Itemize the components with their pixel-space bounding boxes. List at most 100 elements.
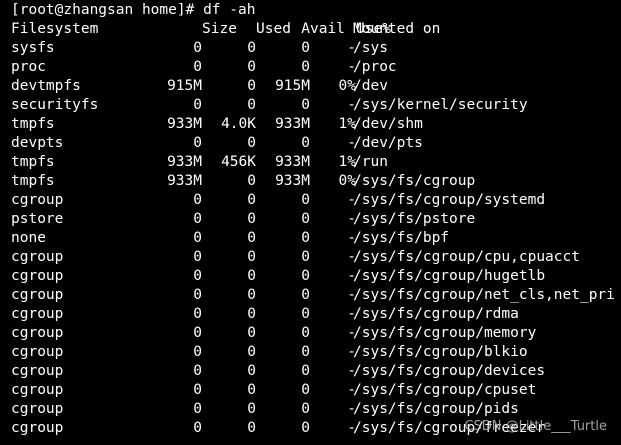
cell-used: 0 <box>247 59 256 75</box>
cell-mount-point: /sys/fs/cgroup/memory <box>353 325 537 341</box>
cell-size: 0 <box>193 268 202 284</box>
cell-avail: 0 <box>301 344 310 360</box>
cell-used: 0 <box>247 268 256 284</box>
cell-avail: 0 <box>301 306 310 322</box>
cell-used: 0 <box>247 325 256 341</box>
cell-avail: 933M <box>275 116 310 132</box>
terminal-window[interactable]: [root@zhangsan home]# df -ah Filesystem … <box>0 0 621 445</box>
cell-mount-point: /sys/fs/bpf <box>353 230 450 246</box>
cell-mount-point: /dev <box>353 78 388 94</box>
cell-used: 0 <box>247 173 256 189</box>
command-text: df -ah <box>203 2 256 18</box>
cell-size: 0 <box>193 287 202 303</box>
cell-size: 0 <box>193 230 202 246</box>
cell-mount-point: /sys/fs/cgroup/rdma <box>353 306 519 322</box>
cell-size: 0 <box>193 97 202 113</box>
cell-mount-point: /proc <box>353 59 397 75</box>
cell-mount-point: /sys/fs/cgroup/cpuset <box>353 382 537 398</box>
cell-size: 0 <box>193 249 202 265</box>
cell-used: 0 <box>247 230 256 246</box>
cell-used: 0 <box>247 363 256 379</box>
cell-filesystem: cgroup <box>11 306 64 322</box>
df-header-row: Filesystem Size Used Avail Use% Mounted … <box>11 20 440 39</box>
cell-mount-point: /sys/kernel/security <box>353 97 528 113</box>
cell-avail: 0 <box>301 211 310 227</box>
cell-size: 0 <box>193 344 202 360</box>
cell-filesystem: cgroup <box>11 192 64 208</box>
shell-prompt: [root@zhangsan home]# <box>11 2 204 18</box>
cell-size: 0 <box>193 192 202 208</box>
cell-filesystem: devpts <box>11 135 64 151</box>
header-used: Used <box>256 21 291 37</box>
header-mounted-on: Mounted on <box>353 21 441 37</box>
cell-size: 0 <box>193 420 202 436</box>
cell-filesystem: cgroup <box>11 325 64 341</box>
cell-avail: 0 <box>301 401 310 417</box>
cell-mount-point: /sys/fs/pstore <box>353 211 476 227</box>
cell-filesystem: sysfs <box>11 40 55 56</box>
cell-mount-point: /sys/fs/cgroup/net_cls,net_pri <box>353 287 615 303</box>
cell-filesystem: none <box>11 230 46 246</box>
cell-avail: 0 <box>301 97 310 113</box>
cell-size: 0 <box>193 135 202 151</box>
cell-mount-point: /sys/fs/cgroup <box>353 173 476 189</box>
header-size: Size <box>202 21 237 37</box>
cell-avail: 933M <box>275 154 310 170</box>
cell-mount-point: /sys <box>353 40 388 56</box>
cell-filesystem: cgroup <box>11 420 64 436</box>
cell-avail: 0 <box>301 363 310 379</box>
cell-filesystem: tmpfs <box>11 173 55 189</box>
cell-filesystem: tmpfs <box>11 116 55 132</box>
cell-used: 0 <box>247 401 256 417</box>
cell-used: 0 <box>247 287 256 303</box>
cell-filesystem: pstore <box>11 211 64 227</box>
cell-size: 933M <box>167 154 202 170</box>
cell-size: 0 <box>193 363 202 379</box>
cell-size: 0 <box>193 325 202 341</box>
cell-used: 0 <box>247 420 256 436</box>
cell-avail: 0 <box>301 230 310 246</box>
cell-filesystem: cgroup <box>11 363 64 379</box>
cell-used: 4.0K <box>221 116 256 132</box>
cell-mount-point: /sys/fs/cgroup/systemd <box>353 192 546 208</box>
cell-filesystem: cgroup <box>11 249 64 265</box>
header-avail: Avail <box>301 21 345 37</box>
cell-avail: 0 <box>301 249 310 265</box>
cell-used: 0 <box>247 344 256 360</box>
cell-size: 0 <box>193 382 202 398</box>
cell-avail: 0 <box>301 420 310 436</box>
prompt-line: [root@zhangsan home]# df -ah <box>11 1 255 20</box>
cell-used: 0 <box>247 382 256 398</box>
cell-filesystem: securityfs <box>11 97 99 113</box>
cell-mount-point: /sys/fs/cgroup/hugetlb <box>353 268 546 284</box>
cell-used: 456K <box>221 154 256 170</box>
cell-size: 933M <box>167 173 202 189</box>
cell-filesystem: cgroup <box>11 268 64 284</box>
cell-filesystem: proc <box>11 59 46 75</box>
cell-mount-point: /sys/fs/cgroup/devices <box>353 363 546 379</box>
cell-filesystem: cgroup <box>11 344 64 360</box>
cell-size: 915M <box>167 78 202 94</box>
cell-avail: 0 <box>301 192 310 208</box>
cell-size: 933M <box>167 116 202 132</box>
header-filesystem: Filesystem <box>11 21 99 37</box>
cell-filesystem: devtmpfs <box>11 78 81 94</box>
cell-filesystem: cgroup <box>11 287 64 303</box>
cell-used: 0 <box>247 135 256 151</box>
cell-used: 0 <box>247 78 256 94</box>
cell-used: 0 <box>247 306 256 322</box>
cell-filesystem: cgroup <box>11 382 64 398</box>
cell-used: 0 <box>247 211 256 227</box>
cell-avail: 0 <box>301 325 310 341</box>
cell-avail: 0 <box>301 268 310 284</box>
cell-mount-point: /sys/fs/cgroup/cpu,cpuacct <box>353 249 580 265</box>
cell-avail: 933M <box>275 173 310 189</box>
cell-mount-point: /run <box>353 154 388 170</box>
cell-used: 0 <box>247 97 256 113</box>
cell-size: 0 <box>193 211 202 227</box>
cell-avail: 0 <box>301 135 310 151</box>
cell-size: 0 <box>193 59 202 75</box>
cell-size: 0 <box>193 401 202 417</box>
cell-mount-point: /dev/pts <box>353 135 423 151</box>
csdn-watermark: CSDN @Little___Turtle <box>464 419 607 434</box>
